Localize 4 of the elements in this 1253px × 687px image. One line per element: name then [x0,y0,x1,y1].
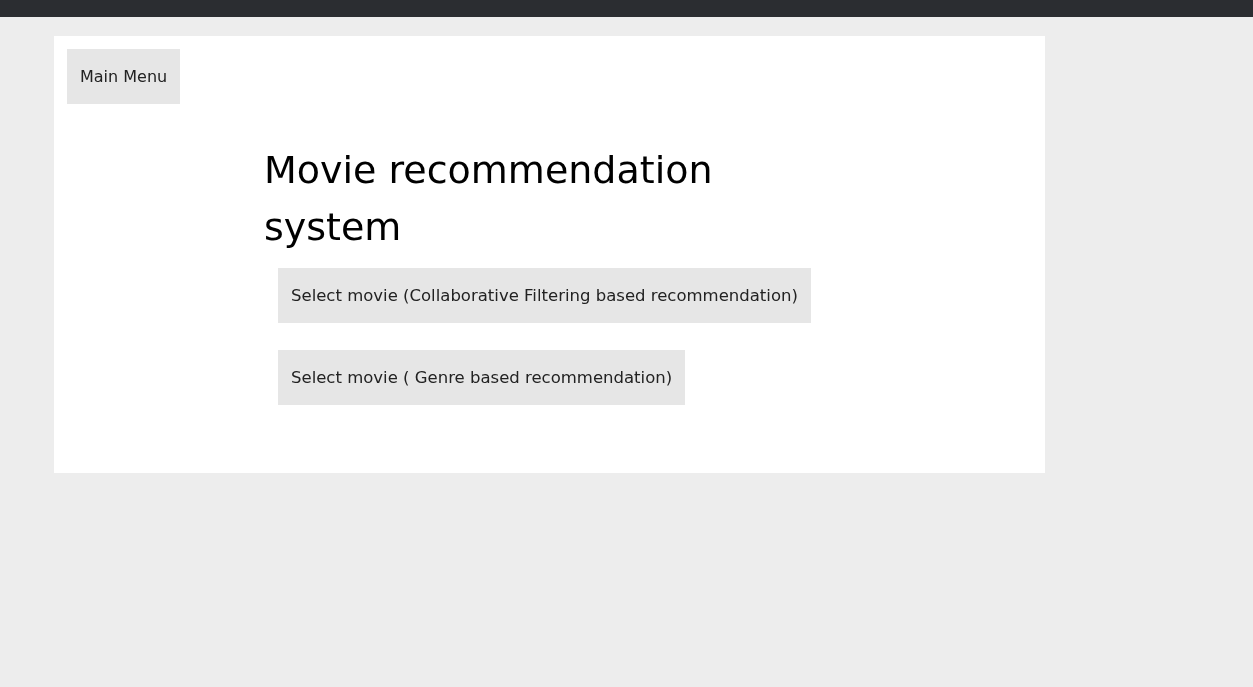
main-menu-button[interactable]: Main Menu [67,49,181,104]
page-title: Movie recommendation system [264,147,714,251]
select-movie-button[interactable]: Select movie ( Genre based recommendation) [278,350,686,405]
select-movie-button[interactable]: Select movie (Collaborative Filtering based recommendation) [278,268,811,323]
